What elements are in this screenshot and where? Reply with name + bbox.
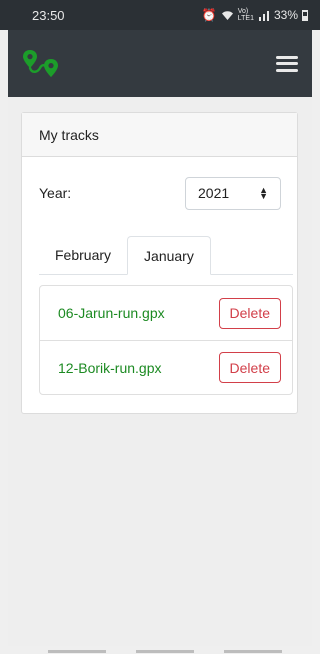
tab-january[interactable]: January (127, 236, 211, 275)
hamburger-menu-icon[interactable] (276, 55, 298, 72)
route-pins-icon[interactable] (22, 49, 60, 78)
track-file-link[interactable]: 06-Jarun-run.gpx (58, 305, 165, 321)
nav-back-handle[interactable] (224, 650, 282, 653)
battery-icon (302, 9, 308, 21)
lte-icon: Vo) LTE1 (237, 8, 254, 22)
tab-february[interactable]: February (39, 236, 127, 274)
sort-caret-icon: ▲ ▼ (259, 185, 268, 201)
delete-button[interactable]: Delete (218, 352, 281, 383)
track-list: 06-Jarun-run.gpx Delete 12-Borik-run.gpx… (39, 285, 293, 395)
nav-recents-handle[interactable] (48, 650, 106, 653)
top-navbar (8, 30, 312, 97)
status-bar: 23:50 ⏰ Vo) LTE1 33% (0, 0, 320, 30)
card-title: My tracks (39, 126, 99, 143)
year-select[interactable]: 2021 ▲ ▼ (185, 176, 281, 210)
my-tracks-card: My tracks Year: 2021 ▲ ▼ February January… (21, 112, 298, 414)
tab-label: February (55, 247, 112, 263)
list-item: 06-Jarun-run.gpx Delete (40, 286, 292, 340)
year-row: Year: 2021 ▲ ▼ (39, 176, 281, 210)
nav-home-handle[interactable] (136, 650, 194, 653)
month-tabs: February January (39, 236, 293, 275)
system-nav-bar (0, 646, 320, 654)
status-time: 23:50 (32, 7, 65, 23)
delete-button[interactable]: Delete (218, 297, 281, 329)
wifi-icon (221, 10, 233, 20)
card-header: My tracks (22, 113, 297, 157)
list-item: 12-Borik-run.gpx Delete (40, 340, 292, 394)
tab-label: January (144, 247, 194, 264)
alarm-icon: ⏰ (201, 8, 217, 22)
year-select-value: 2021 (198, 185, 230, 201)
page-content: My tracks Year: 2021 ▲ ▼ February January… (8, 97, 312, 646)
signal-icon (258, 10, 269, 21)
status-indicators: ⏰ Vo) LTE1 33% (202, 8, 308, 22)
battery-percent: 33% (273, 8, 298, 22)
year-label: Year: (39, 185, 72, 201)
track-file-link[interactable]: 12-Borik-run.gpx (58, 360, 162, 376)
